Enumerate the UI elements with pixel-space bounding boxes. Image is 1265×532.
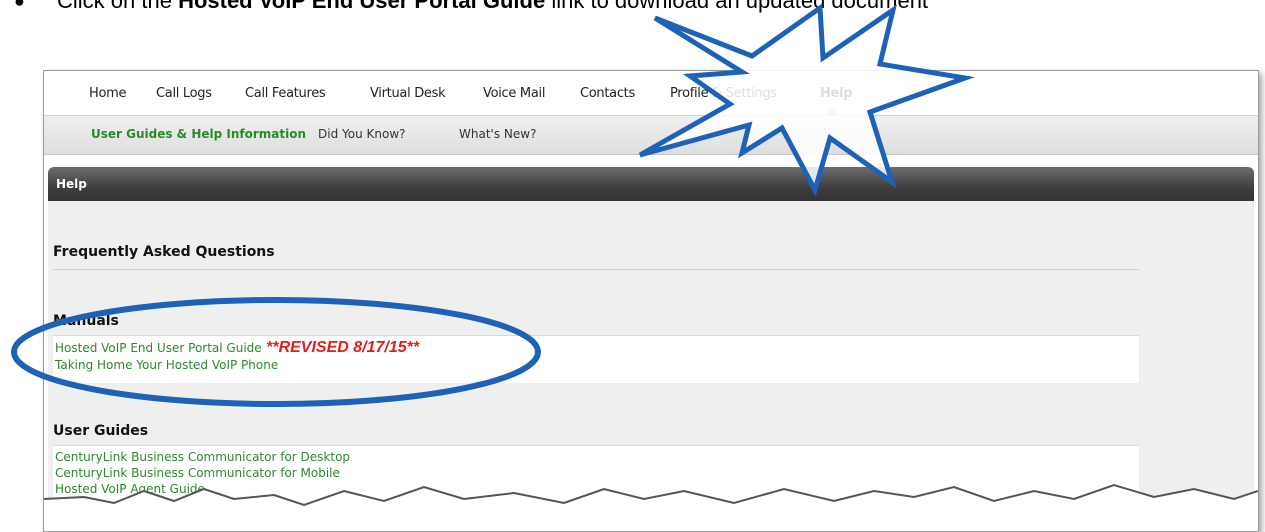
torn-edge-graphic — [44, 483, 1258, 531]
instruction-bold: Hosted VoIP End User Portal Guide — [178, 0, 546, 13]
instruction-prefix: Click on the — [57, 0, 179, 13]
instruction-suffix: link to download an updated document — [545, 0, 929, 13]
portal-screenshot: Home Call Logs Call Features Virtual Des… — [43, 70, 1259, 532]
instruction-text: ● Click on the Hosted VoIP End User Port… — [0, 0, 1265, 18]
bullet-icon: ● — [14, 0, 25, 11]
